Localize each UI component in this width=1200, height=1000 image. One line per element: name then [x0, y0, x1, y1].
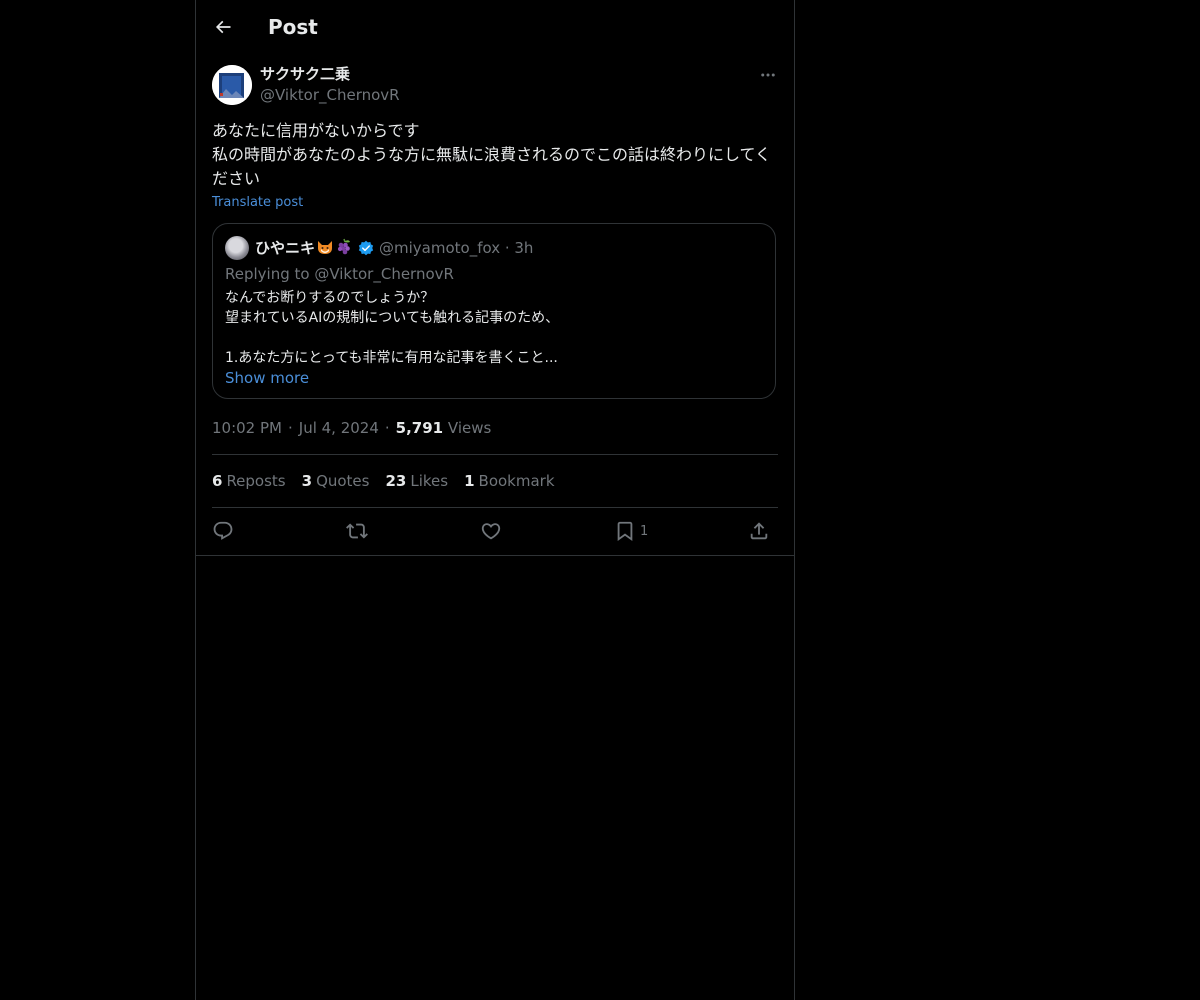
quote-age: 3h: [514, 239, 534, 257]
more-options-button[interactable]: [756, 64, 780, 86]
views-count: 5,791: [395, 419, 444, 437]
translate-post-link[interactable]: Translate post: [212, 194, 303, 212]
avatar[interactable]: [212, 65, 252, 105]
likes-label: Likes: [410, 472, 449, 490]
quotes-stat[interactable]: 3 Quotes: [302, 471, 370, 491]
like-button[interactable]: [480, 517, 502, 545]
bookmarks-stat[interactable]: 1 Bookmark: [464, 471, 554, 491]
share-icon: [750, 522, 768, 540]
quote-avatar: [225, 236, 249, 260]
show-more-link[interactable]: Show more: [225, 368, 309, 388]
quotes-count: 3: [301, 472, 313, 490]
action-bar: 1: [212, 517, 778, 545]
verified-badge-icon: [358, 240, 374, 256]
page-title: Post: [268, 15, 318, 39]
like-icon: [481, 523, 501, 540]
divider: [212, 507, 778, 508]
post-metadata: 10:02 PM · Jul 4, 2024 · 5,791 Views: [212, 418, 491, 438]
author-handle[interactable]: @Viktor_ChernovR: [260, 85, 400, 105]
quote-author-name: ひやニキ: [255, 237, 353, 259]
reply-icon: [213, 521, 233, 540]
bookmark-count: 1: [640, 523, 649, 539]
divider: [212, 454, 778, 455]
post-text: あなたに信用がないからです 私の時間があなたのような方に無駄に浪費されるのでこの…: [212, 121, 772, 188]
quote-handle-text: @miyamoto_fox: [379, 239, 501, 257]
repost-button[interactable]: [346, 517, 368, 545]
quote-author-name-text: ひやニキ: [255, 239, 316, 257]
dot-separator: ·: [500, 239, 515, 257]
quote-author-handle: @miyamoto_fox · 3h: [379, 237, 533, 259]
reposts-count: 6: [212, 472, 223, 490]
quote-text: なんでお断りするのでしょうか？ 望まれているAIの規制についても触れる記事のため…: [225, 290, 560, 366]
dot-separator: ·: [384, 419, 390, 437]
likes-count: 23: [385, 472, 407, 490]
quote-replying-to: Replying to @Viktor_ChernovR: [225, 265, 454, 283]
reposts-stat[interactable]: 6 Reposts: [212, 471, 286, 491]
dot-separator: ·: [287, 419, 293, 437]
reply-button[interactable]: [212, 517, 234, 545]
more-icon: [761, 73, 775, 77]
share-button[interactable]: [748, 517, 770, 545]
bookmarks-label: Bookmark: [478, 472, 555, 490]
post-time[interactable]: 10:02 PM: [212, 419, 282, 437]
engagement-stats: 6 Reposts 3 Quotes 23 Likes 1 Bookmark: [212, 471, 571, 491]
bookmarks-count: 1: [464, 472, 475, 490]
avatar-image: [212, 65, 252, 105]
post-header: Post: [196, 0, 794, 54]
grapes-icon: [337, 238, 351, 255]
author-name[interactable]: サクサク二乗: [260, 64, 350, 84]
fox-icon: [318, 241, 333, 254]
bookmark-icon: [617, 521, 633, 542]
back-button[interactable]: [208, 12, 238, 42]
likes-stat[interactable]: 23 Likes: [385, 471, 448, 491]
post-column: Post サクサク二乗 @Viktor_ChernovR あなたに信用がないから…: [195, 0, 795, 1000]
arrow-left-icon: [215, 20, 231, 34]
views-label: Views: [447, 419, 492, 437]
bookmark-button[interactable]: 1: [614, 517, 648, 545]
quotes-label: Quotes: [316, 472, 370, 490]
quoted-post[interactable]: ひやニキ @miyamoto_fox · 3h Replying to @Vik…: [212, 223, 776, 399]
post-date[interactable]: Jul 4, 2024: [299, 419, 379, 437]
repost-icon: [346, 523, 368, 539]
post-bottom-border: [196, 555, 794, 556]
reposts-label: Reposts: [226, 472, 286, 490]
